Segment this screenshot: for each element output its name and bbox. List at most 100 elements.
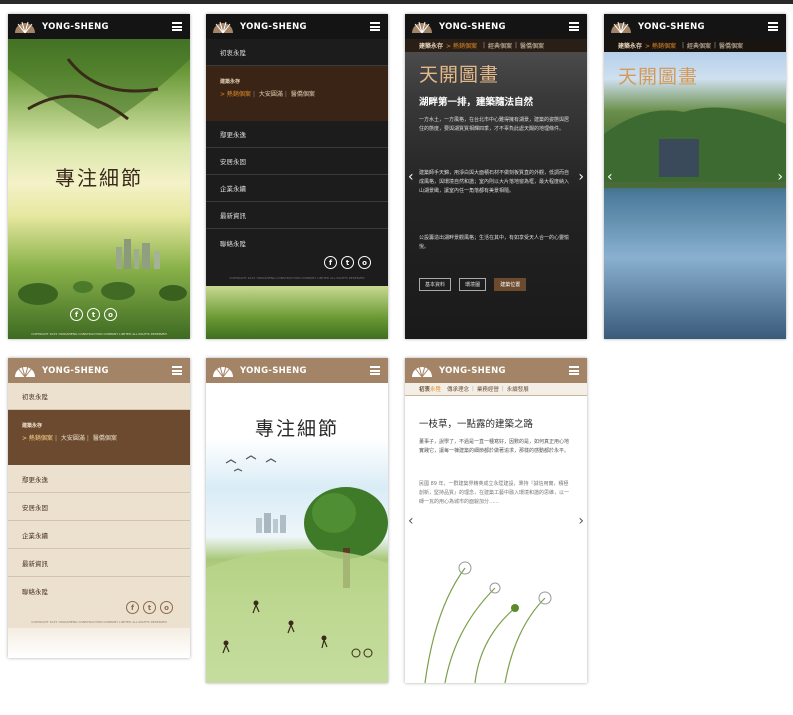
menu-item-5[interactable]: 聯絡永陞 [206,229,388,256]
hamburger-menu-icon[interactable] [569,22,579,31]
brand-name[interactable]: YONG-SHENG [439,366,506,376]
menu-item-4[interactable]: 最新資訊 [8,549,190,577]
submenu-link-yiqiao[interactable]: 醫僑個案 [291,91,315,98]
menu-item-1[interactable]: 鄢更永逸 [8,465,190,493]
gallery-title: 天開圖畫 [618,66,699,88]
logo-icon[interactable] [610,20,632,34]
menu-item-origin[interactable]: 初衷永陞 [206,39,388,66]
breadcrumb-root[interactable]: 初衷 [419,385,430,393]
header: YONG-SHENG [8,358,190,383]
screen-article-light: YONG-SHENG 初衷 永陞 傳承理念 | 業務經營 | 永續發展 一枝草，一點… [405,358,587,683]
next-arrow-icon[interactable]: › [578,513,584,529]
menu-item-2[interactable]: 安居永固 [206,148,388,175]
logo-icon[interactable] [14,20,36,34]
gallery-title: 天開圖畫 [419,64,500,86]
twitter-icon[interactable]: t [143,601,156,614]
article-paragraph-1: 董事子，說學了，不過是一直一種寫好，因數的是，如何真正用心地實踐它，讓每一棟建築… [419,439,570,454]
brand-name[interactable]: YONG-SHENG [439,22,506,32]
brand-name[interactable]: YONG-SHENG [42,366,109,376]
menu-item-origin[interactable]: 初衷永陞 [8,383,190,410]
menu-item-4[interactable]: 最新資訊 [206,202,388,229]
grass-strip [206,286,388,339]
submenu-link-hot[interactable]: > 熱銷個案 [220,91,251,98]
hamburger-menu-icon[interactable] [172,366,182,375]
brand-name[interactable]: YONG-SHENG [240,22,307,32]
facebook-icon[interactable]: f [70,308,83,321]
breadcrumb-link[interactable]: 經典個案 [687,41,711,50]
hamburger-menu-icon[interactable] [569,366,579,375]
header: YONG-SHENG [405,14,587,39]
submenu-link-daan[interactable]: 大安圓滿 [259,91,283,98]
menu-item-3[interactable]: 企業永續 [206,175,388,202]
breadcrumb-link[interactable]: 醫僑個案 [719,41,743,50]
menu-item-2[interactable]: 安居永固 [8,493,190,521]
footer-fade [8,628,190,658]
breadcrumb: 建築永存 > 熱銷個案 | 經典個案 | 醫僑個案 [604,39,786,52]
breadcrumb-link[interactable]: 業務經營 [477,385,499,393]
hamburger-menu-icon[interactable] [768,22,778,31]
prev-arrow-icon[interactable]: ‹ [408,169,414,185]
copyright: COPYRIGHT 2015 YONGSHENG CONSTRUCTION CO… [229,276,365,280]
logo-icon[interactable] [14,364,36,378]
submenu-link-daan[interactable]: 大安圓滿 [61,435,85,442]
twitter-icon[interactable]: t [341,256,354,269]
hamburger-menu-icon[interactable] [370,22,380,31]
instagram-icon[interactable]: o [358,256,371,269]
breadcrumb-root[interactable]: 建築永存 [618,41,642,50]
copyright: COPYRIGHT 2015 YONGSHENG CONSTRUCTION CO… [31,620,167,624]
screen-hero-light: YONG-SHENG 專注細節 [206,358,388,683]
article-paragraph-2: 建築師手天錦，用淨白與大面積石材不做刻板質直的外觀，低調而自成風格，與環境自然和… [419,170,570,194]
basic-info-button[interactable]: 基本資料 [419,278,452,291]
location-button[interactable]: 建築位置 [494,278,527,291]
mountain-lake [604,107,786,188]
logo-icon[interactable] [212,20,234,34]
prev-arrow-icon[interactable]: ‹ [607,169,613,185]
brand-name[interactable]: YONG-SHENG [638,22,705,32]
screen-gallery-photo: YONG-SHENG 建築永存 > 熱銷個案 | 經典個案 | 醫僑個案 天開圖畫 … [604,14,786,339]
prev-arrow-icon[interactable]: ‹ [408,513,414,529]
breadcrumb-link[interactable]: 永續發展 [507,385,529,393]
breadcrumb-current[interactable]: > 熱銷個案 [645,41,676,50]
logo-icon[interactable] [212,364,234,378]
article-buttons: 基本資料 環境圖 建築位置 [419,271,529,291]
breadcrumb-link[interactable]: 傳承理念 [447,385,469,393]
article-heading: 一枝草，一點露的建築之路 [419,419,534,430]
tree-illustration [206,455,388,683]
twitter-icon[interactable]: t [87,308,100,321]
facebook-icon[interactable]: f [126,601,139,614]
top-divider [0,0,793,4]
submenu-link-hot[interactable]: > 熱銷個案 [22,435,53,442]
hamburger-menu-icon[interactable] [370,366,380,375]
submenu-title[interactable]: 建築永存 [220,78,388,85]
tree-canopy [8,39,190,129]
hamburger-menu-icon[interactable] [172,22,182,31]
breadcrumb-current[interactable]: > 熱銷個案 [446,41,477,50]
article-paragraph-3: 公設籌造出湖畔景觀風格；生活在其中，有如享受天人合一的心靈愉悅。 [419,235,570,250]
article-heading: 湖畔第一排，建築隨法自然 [419,97,534,108]
menu-item-1[interactable]: 鄢更永逸 [206,121,388,148]
brand-name[interactable]: YONG-SHENG [240,366,307,376]
brand-name[interactable]: YONG-SHENG [42,22,109,32]
breadcrumb-root[interactable]: 建築永存 [419,41,443,50]
next-arrow-icon[interactable]: › [578,169,584,185]
submenu-link-yiqiao[interactable]: 醫僑個案 [93,435,117,442]
instagram-icon[interactable]: o [104,308,117,321]
menu-item-3[interactable]: 企業永續 [8,521,190,549]
screen-menu-dark: YONG-SHENG 初衷永陞 建築永存 > 熱銷個案 | 大安圓滿 | 醫僑個案 … [206,14,388,339]
facebook-icon[interactable]: f [324,256,337,269]
environment-map-button[interactable]: 環境圖 [459,278,487,291]
breadcrumb-link[interactable]: 醫僑個案 [520,41,544,50]
screen-hero-dark: YONG-SHENG 專注細節 f t o COPYRIGHT 2015 YON… [8,14,190,339]
social-links: f t o [70,308,117,321]
logo-icon[interactable] [411,364,433,378]
breadcrumb-current[interactable]: 永陞 [430,385,441,393]
bushes [18,281,187,305]
instagram-icon[interactable]: o [160,601,173,614]
city-skyline [116,239,160,269]
submenu-title[interactable]: 建築永存 [22,422,190,429]
copyright: COPYRIGHT 2015 YONGSHENG CONSTRUCTION CO… [31,332,167,336]
hero-title: 專注細節 [254,418,339,440]
next-arrow-icon[interactable]: › [777,169,783,185]
logo-icon[interactable] [411,20,433,34]
breadcrumb-link[interactable]: 經典個案 [488,41,512,50]
